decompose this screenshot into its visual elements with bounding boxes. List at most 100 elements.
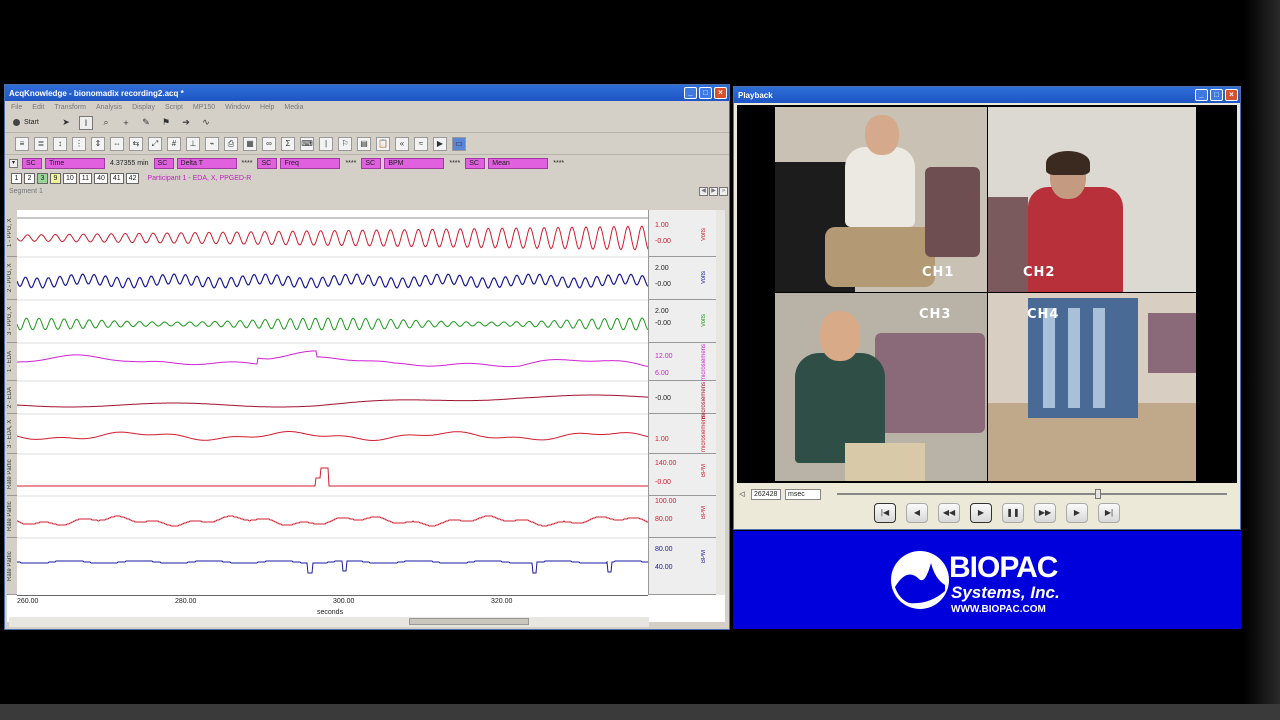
rewind-icon[interactable]: « — [395, 136, 409, 151]
go-to-start-button[interactable]: |◀ — [874, 503, 896, 523]
timeline-slider[interactable] — [837, 489, 1227, 499]
measure-2-function[interactable]: Delta T — [176, 157, 237, 169]
pause-button[interactable]: ❚❚ — [1002, 503, 1024, 523]
measure-3-function[interactable]: Freq — [280, 157, 341, 169]
measure-3-channel[interactable]: SC — [257, 157, 278, 169]
menu-edit[interactable]: Edit — [32, 104, 44, 111]
menu-help[interactable]: Help — [260, 104, 274, 111]
zoom-tool-icon[interactable]: ⌕ — [99, 116, 113, 130]
ibeam-tool-icon[interactable]: I — [79, 115, 93, 130]
marker-tool-icon[interactable]: ⚑ — [159, 116, 173, 130]
scale-icon[interactable]: ⇕ — [91, 136, 105, 151]
maximize-button[interactable]: □ — [1210, 89, 1223, 101]
minimize-button[interactable]: _ — [1195, 89, 1208, 101]
stack-icon[interactable]: ≡ — [15, 136, 29, 151]
position-field[interactable]: 262428 — [751, 488, 781, 500]
slider-thumb[interactable] — [1095, 489, 1101, 499]
channel-label[interactable]: Rate Partic — [7, 496, 17, 538]
channel-label[interactable]: 3 - EDA, X — [7, 414, 17, 454]
grid-icon[interactable]: # — [167, 136, 181, 151]
menu-file[interactable]: File — [11, 104, 22, 111]
channel-button[interactable]: 1 — [11, 172, 22, 184]
measure-4-function[interactable]: BPM — [384, 157, 445, 169]
close-button[interactable]: × — [714, 87, 727, 99]
compress-icon[interactable]: ⇆ — [129, 136, 143, 151]
channel-button[interactable]: 2 — [24, 172, 35, 184]
crosshair-tool-icon[interactable]: + — [119, 116, 133, 130]
measure-1-channel[interactable]: SC — [22, 157, 42, 169]
menu-transform[interactable]: Transform — [54, 104, 86, 111]
close-button[interactable]: × — [1225, 89, 1238, 101]
channel-button[interactable]: 3 — [37, 172, 48, 184]
wave-icon[interactable]: ≈ — [414, 136, 428, 151]
rewind-button[interactable]: ◀◀ — [938, 503, 960, 523]
overlap-icon[interactable]: ≣ — [34, 136, 48, 151]
measure-4-channel[interactable]: SC — [361, 157, 382, 169]
ruler-icon[interactable]: ⊥ — [186, 136, 200, 151]
link-icon[interactable]: ∞ — [262, 136, 276, 151]
menu-media[interactable]: Media — [284, 104, 303, 111]
minimize-button[interactable]: _ — [684, 87, 697, 99]
menu-script[interactable]: Script — [165, 104, 183, 111]
channel-button[interactable]: 9 — [50, 172, 61, 184]
channel-button[interactable]: 41 — [109, 172, 124, 184]
wave-tool-icon[interactable]: ∿ — [199, 116, 213, 130]
fit-icon[interactable]: ⤢ — [148, 136, 162, 151]
keyboard-icon[interactable]: ⌨ — [300, 136, 314, 151]
audio-icon[interactable]: ◁ — [737, 490, 747, 498]
measure-5-function[interactable]: Mean — [488, 157, 549, 169]
measure-menu-icon[interactable]: ▾ — [9, 158, 18, 168]
play-button[interactable]: ▶ — [970, 503, 992, 523]
channels-icon[interactable]: ⋮ — [72, 136, 86, 151]
go-to-end-button[interactable]: ▶| — [1098, 503, 1120, 523]
channel-label[interactable]: 2 - EDA — [7, 381, 17, 414]
journal-icon[interactable]: ▤ — [357, 136, 371, 151]
channel-button[interactable]: 42 — [125, 172, 140, 184]
autoscale-icon[interactable]: ↕ — [53, 136, 67, 151]
table-icon[interactable]: ▦ — [243, 136, 257, 151]
window-icon[interactable]: ▭ — [452, 136, 466, 151]
print-icon[interactable]: ⎙ — [224, 136, 238, 151]
cursor-icon[interactable]: | — [319, 136, 333, 151]
start-button[interactable]: Start — [13, 119, 53, 126]
channel-label[interactable]: Rate Partic — [7, 454, 17, 496]
step-forward-button[interactable]: ▶ — [1066, 503, 1088, 523]
arrow-tool-icon[interactable]: ➤ — [59, 116, 73, 130]
adjust-icon[interactable]: ⌁ — [205, 136, 219, 151]
horizontal-scrollbar[interactable] — [9, 617, 649, 627]
media-icon[interactable]: ▶ — [433, 136, 447, 151]
menu-analysis[interactable]: Analysis — [96, 104, 122, 111]
step-back-button[interactable]: ◀ — [906, 503, 928, 523]
channel-button[interactable]: 10 — [63, 172, 77, 184]
measure-2-channel[interactable]: SC — [153, 157, 174, 169]
scroll-thumb[interactable] — [409, 618, 529, 625]
channel-button[interactable]: 40 — [94, 172, 108, 184]
channel-label[interactable]: 1 - PPG, X — [7, 210, 17, 257]
sigma-icon[interactable]: Σ — [281, 136, 295, 151]
channel-label[interactable]: 2 - PPG, X — [7, 257, 17, 300]
units-select[interactable]: msec — [785, 488, 821, 500]
measure-1-function[interactable]: Time — [45, 157, 105, 169]
graph-area[interactable]: 1 - PPG, X 2 - PPG, X 3 - PPG, X 1 - EDA… — [7, 210, 725, 622]
last-segment-icon[interactable]: » — [719, 186, 728, 196]
next-segment-icon[interactable]: ▶ — [709, 186, 718, 196]
vertical-scrollbar[interactable] — [716, 210, 725, 595]
channel-label[interactable]: Rate Partic — [7, 538, 17, 595]
menu-mp150[interactable]: MP150 — [193, 104, 215, 111]
measure-5-channel[interactable]: SC — [465, 157, 486, 169]
fast-forward-button[interactable]: ▶▶ — [1034, 503, 1056, 523]
channel-label[interactable]: 3 - PPG, X — [7, 300, 17, 343]
video-frame[interactable]: CH1 CH2 CH3 CH4 — [737, 105, 1237, 483]
prev-segment-icon[interactable]: ◀ — [699, 186, 708, 196]
menu-window[interactable]: Window — [225, 104, 250, 111]
waveform-plot[interactable] — [17, 210, 648, 595]
go-tool-icon[interactable]: ➔ — [179, 116, 193, 130]
hscale-icon[interactable]: ⇔ — [110, 136, 124, 151]
clipboard-icon[interactable]: 📋 — [376, 136, 390, 151]
channel-button[interactable]: 11 — [78, 172, 93, 184]
event-icon[interactable]: ⚐ — [338, 136, 352, 151]
menu-display[interactable]: Display — [132, 104, 155, 111]
pencil-tool-icon[interactable]: ✎ — [139, 116, 153, 130]
channel-label[interactable]: 1 - EDA — [7, 343, 17, 381]
maximize-button[interactable]: □ — [699, 87, 712, 99]
